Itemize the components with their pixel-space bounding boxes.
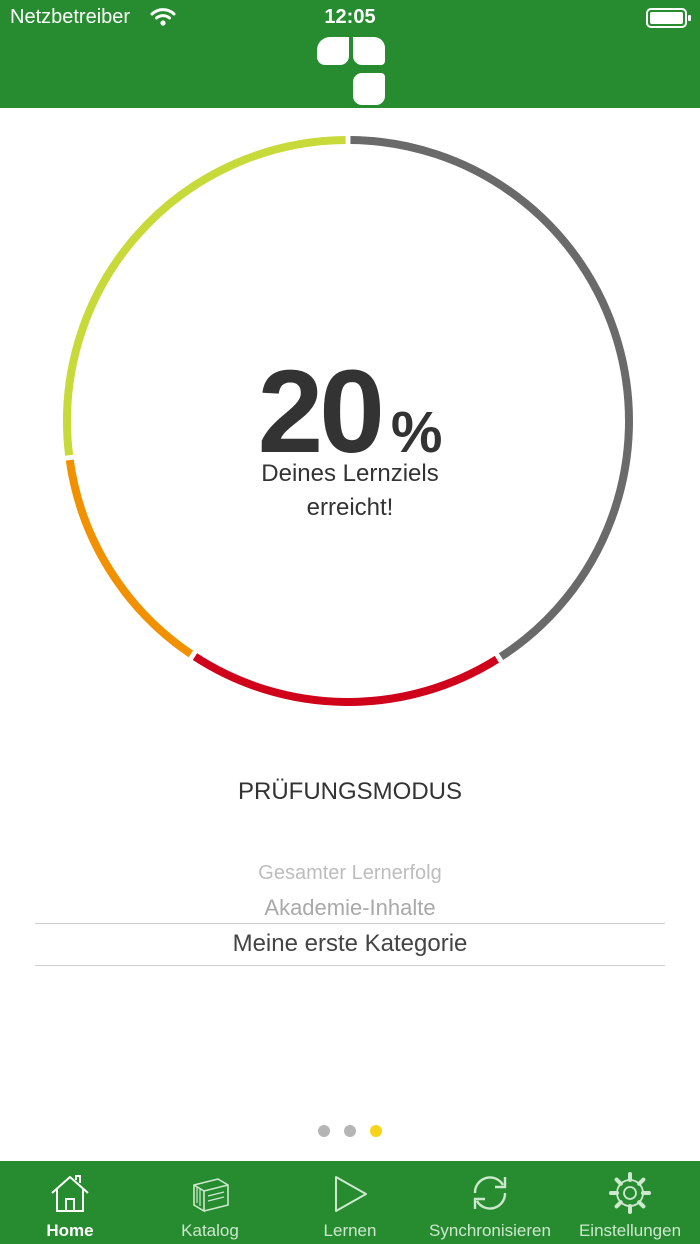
play-icon: [335, 1176, 367, 1212]
tab-lernen[interactable]: Lernen: [280, 1161, 420, 1244]
tab-katalog[interactable]: Katalog: [140, 1161, 280, 1244]
page-dot-2[interactable]: [344, 1125, 356, 1137]
tab-bar: Home Katalog Lernen Synchronisieren Eins…: [0, 1161, 700, 1244]
sync-icon: [473, 1176, 507, 1210]
tab-label-katalog: Katalog: [181, 1221, 239, 1240]
percent-sign: %: [390, 400, 443, 465]
picker-divider-top: [35, 923, 665, 924]
top-bar: Netzbetreiber 12:05: [0, 0, 700, 108]
page-indicator[interactable]: [0, 1124, 700, 1142]
books-icon: [193, 1178, 229, 1213]
status-time: 12:05: [324, 6, 376, 28]
battery-icon: [646, 7, 692, 34]
picker-divider-bottom: [35, 965, 665, 966]
gauge-caption-line1: Deines Lernziels: [261, 460, 439, 487]
picker-item-academy[interactable]: Akademie-Inhalte: [0, 895, 700, 921]
gauge-caption: Deines Lernziels erreicht!: [0, 457, 700, 525]
tab-label-einstellungen: Einstellungen: [578, 1221, 682, 1240]
picker-item-overall[interactable]: Gesamter Lernerfolg: [0, 862, 700, 885]
tab-home[interactable]: Home: [0, 1161, 140, 1244]
tab-label-home: Home: [46, 1221, 94, 1240]
progress-percent: 20%: [0, 353, 700, 471]
home-icon: [51, 1175, 89, 1212]
gear-icon: [609, 1172, 651, 1214]
tab-synchronisieren[interactable]: Synchronisieren: [420, 1161, 560, 1244]
progress-gauge: 20% Deines Lernziels erreicht!: [0, 108, 700, 748]
gauge-caption-line2: erreicht!: [306, 494, 394, 521]
page-dot-1[interactable]: [318, 1125, 330, 1137]
picker-item-selected[interactable]: Meine erste Kategorie: [0, 930, 700, 958]
tab-label-synchronisieren: Synchronisieren: [429, 1221, 551, 1240]
tab-label-lernen: Lernen: [323, 1221, 377, 1240]
mode-title: PRÜFUNGSMODUS: [237, 778, 462, 805]
gauge-segment-red: [192, 653, 500, 706]
app-logo: [316, 36, 386, 111]
tab-einstellungen[interactable]: Einstellungen: [560, 1161, 700, 1244]
page-dot-3[interactable]: [370, 1125, 382, 1137]
